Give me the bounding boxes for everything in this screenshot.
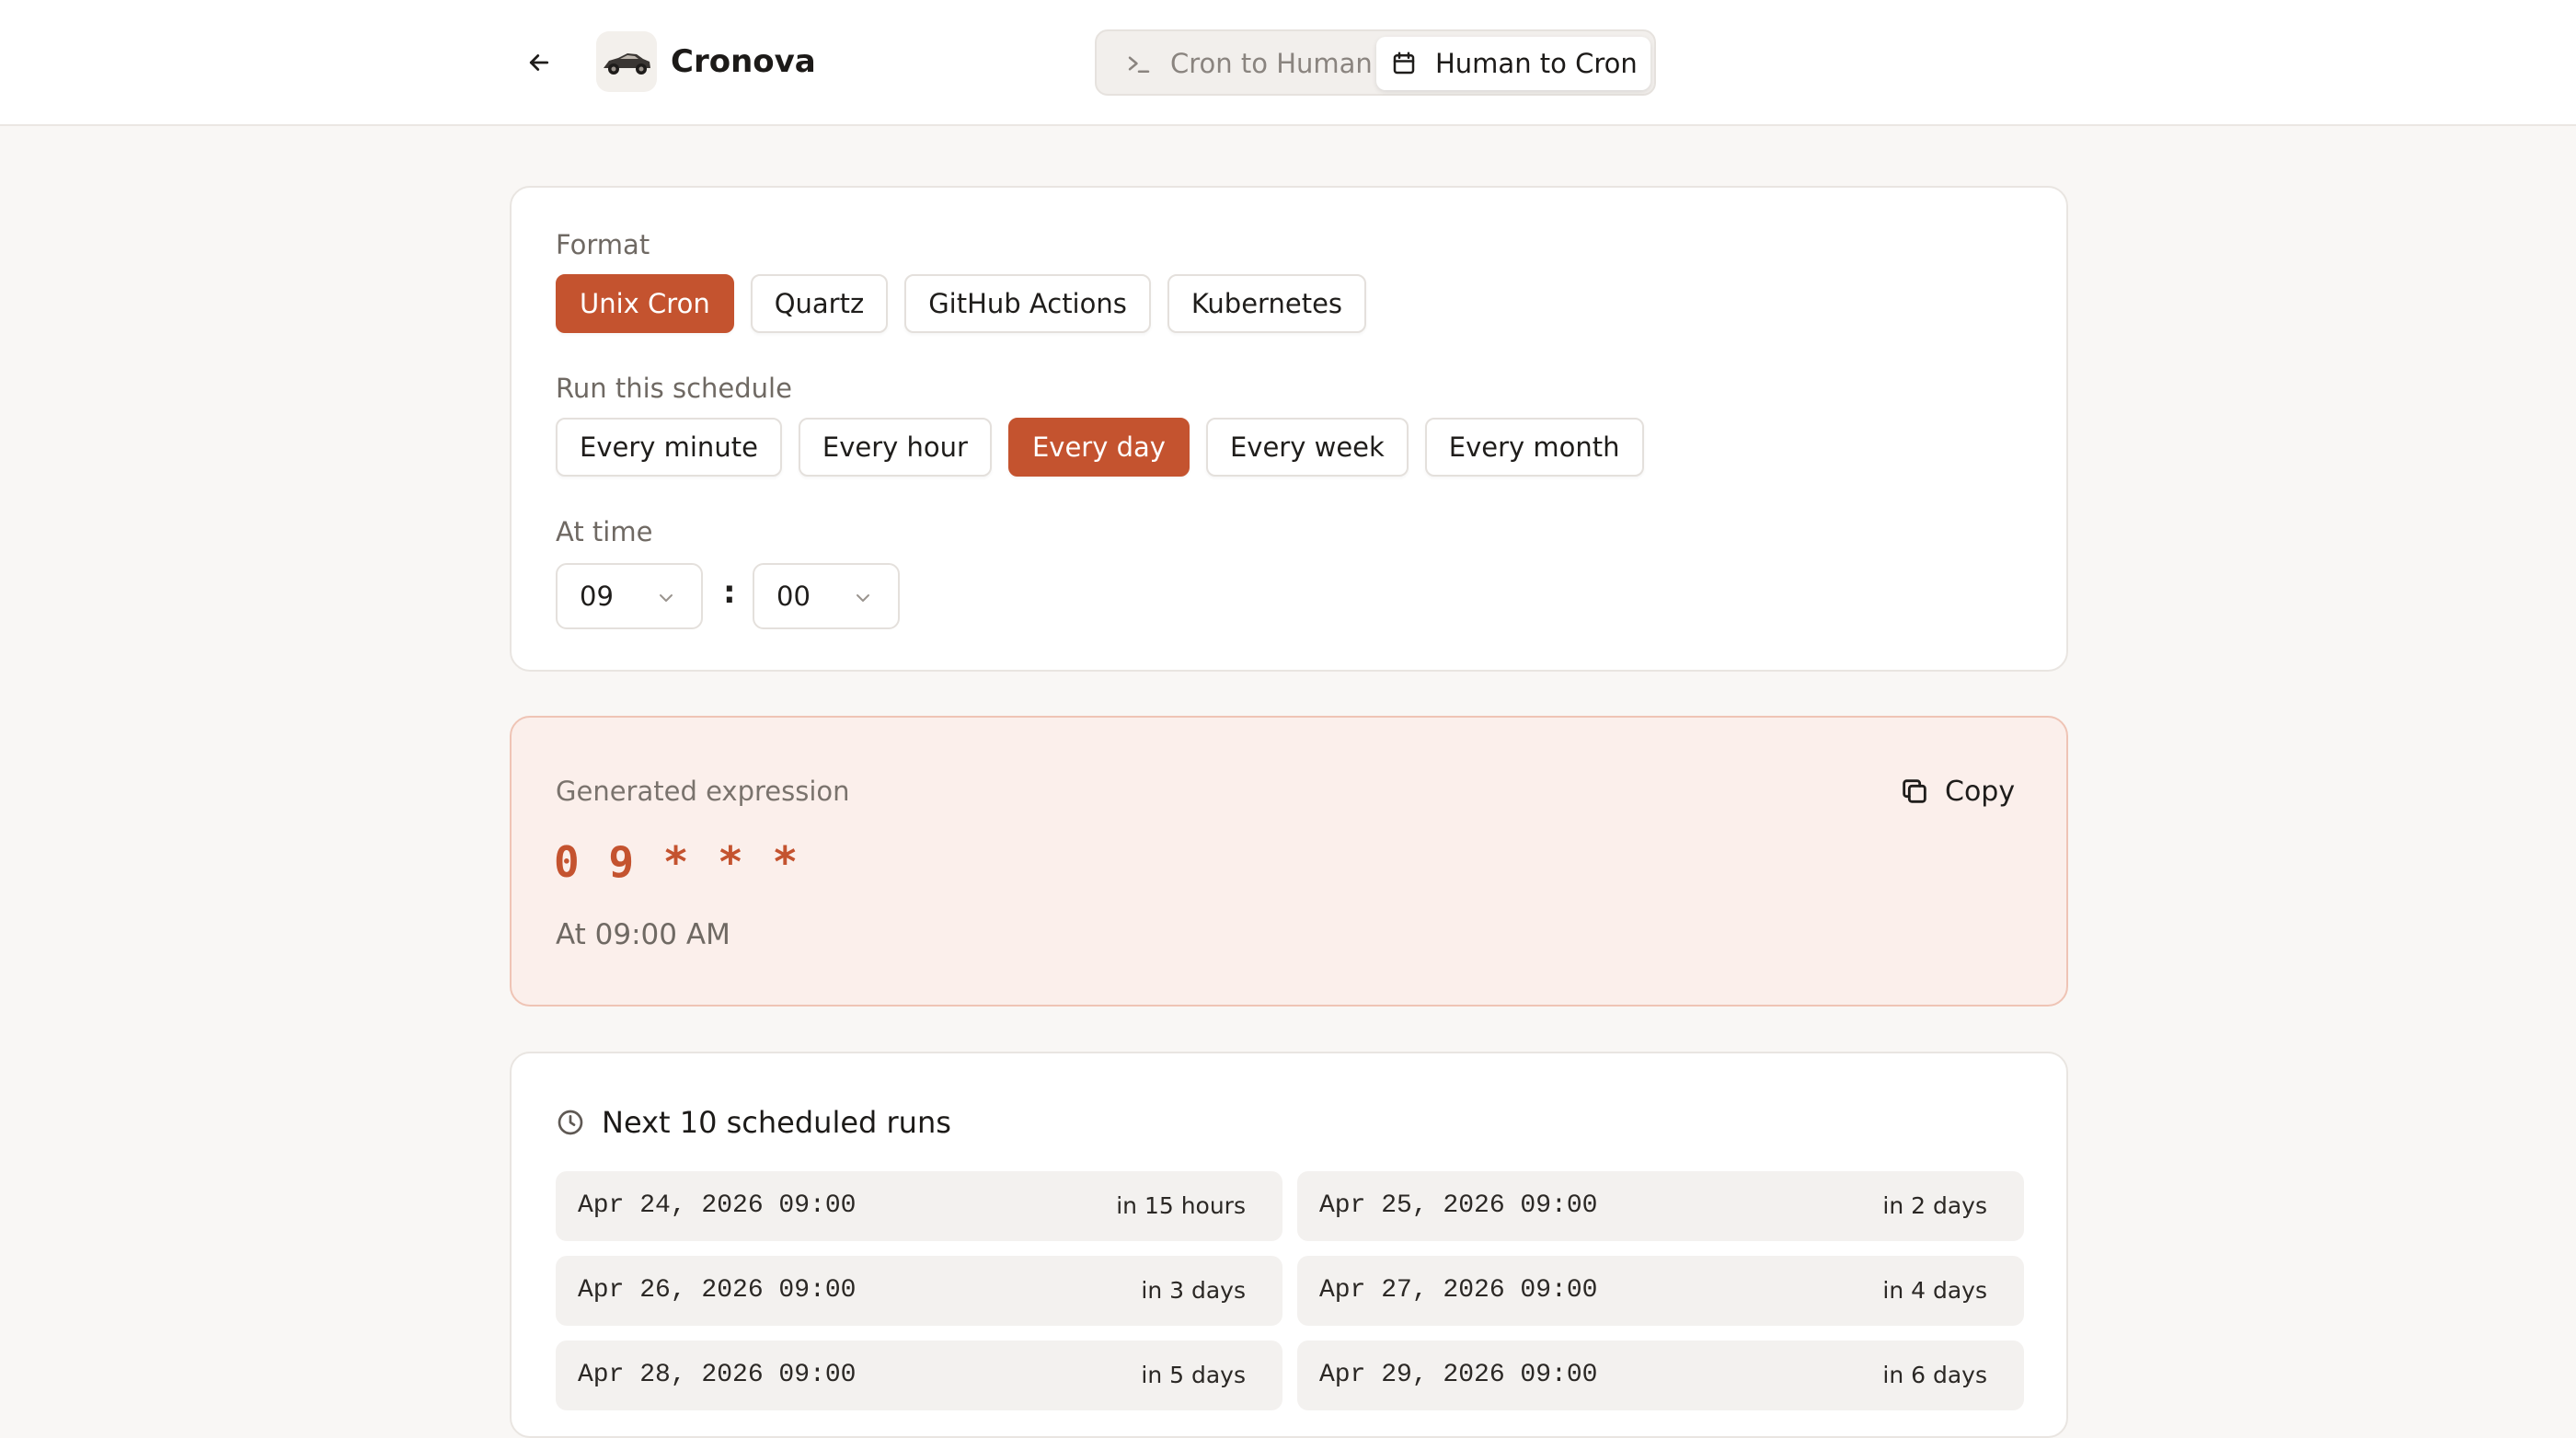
format-option-github-actions[interactable]: GitHub Actions (904, 274, 1151, 333)
terminal-icon (1121, 45, 1157, 82)
run-relative: in 15 hours (1116, 1192, 1246, 1219)
schedule-option-every-week[interactable]: Every week (1205, 418, 1409, 477)
minute-select[interactable]: 00 (753, 563, 900, 629)
format-options: Unix Cron Quartz GitHub Actions Kubernet… (556, 274, 1383, 333)
run-item: Apr 24, 2026 09:00 in 15 hours (556, 1171, 1282, 1241)
schedule-option-every-day[interactable]: Every day (1007, 418, 1190, 477)
calendar-icon (1386, 45, 1422, 82)
hour-select[interactable]: 09 (556, 563, 703, 629)
run-item: Apr 27, 2026 09:00 in 4 days (1297, 1256, 2024, 1326)
app-header: Cronova Cron to Human Human to Cron (0, 0, 2576, 126)
runs-title: Next 10 scheduled runs (602, 1105, 951, 1140)
run-date: Apr 28, 2026 09:00 (578, 1361, 857, 1389)
tab-cron-to-human[interactable]: Cron to Human (1111, 37, 1387, 90)
run-item: Apr 28, 2026 09:00 in 5 days (556, 1340, 1282, 1410)
run-relative: in 4 days (1882, 1277, 1987, 1304)
run-date: Apr 24, 2026 09:00 (578, 1191, 857, 1220)
time-separator: : (723, 574, 736, 611)
expression-label: Generated expression (556, 776, 850, 807)
runs-heading: Next 10 scheduled runs (556, 1099, 951, 1145)
run-relative: in 5 days (1141, 1362, 1246, 1388)
run-item: Apr 26, 2026 09:00 in 3 days (556, 1256, 1282, 1326)
generated-expression-card: Generated expression Copy 0 9 * * * At 0… (510, 716, 2068, 1007)
cron-expression: 0 9 * * * (554, 837, 800, 887)
run-date: Apr 27, 2026 09:00 (1319, 1276, 1598, 1305)
expression-description: At 09:00 AM (556, 918, 730, 951)
copy-button[interactable]: Copy (1888, 765, 2026, 817)
app-title: Cronova (671, 43, 816, 80)
back-button[interactable] (519, 42, 559, 83)
scheduled-runs-card: Next 10 scheduled runs Apr 24, 2026 09:0… (510, 1052, 2068, 1438)
app-logo (596, 31, 657, 92)
time-label: At time (556, 516, 653, 547)
run-date: Apr 29, 2026 09:00 (1319, 1361, 1598, 1389)
run-date: Apr 26, 2026 09:00 (578, 1276, 857, 1305)
run-relative: in 2 days (1882, 1192, 1987, 1219)
schedule-settings-card: Format Unix Cron Quartz GitHub Actions K… (510, 186, 2068, 672)
minute-value: 00 (776, 581, 811, 612)
tab-label: Human to Cron (1435, 48, 1638, 79)
car-logo-icon (604, 53, 650, 75)
run-item: Apr 25, 2026 09:00 in 2 days (1297, 1171, 2024, 1241)
tab-label: Cron to Human (1170, 48, 1373, 79)
run-relative: in 6 days (1882, 1362, 1987, 1388)
tab-human-to-cron[interactable]: Human to Cron (1376, 37, 1650, 90)
clock-icon (556, 1107, 587, 1138)
schedule-option-every-month[interactable]: Every month (1424, 418, 1644, 477)
schedule-label: Run this schedule (556, 373, 792, 404)
chevron-down-icon (660, 594, 673, 602)
schedule-option-every-hour[interactable]: Every hour (798, 418, 992, 477)
run-date: Apr 25, 2026 09:00 (1319, 1191, 1598, 1220)
run-relative: in 3 days (1141, 1277, 1246, 1304)
hour-value: 09 (580, 581, 614, 612)
format-option-unix-cron[interactable]: Unix Cron (556, 274, 734, 333)
chevron-down-icon (857, 594, 869, 602)
run-item: Apr 29, 2026 09:00 in 6 days (1297, 1340, 2024, 1410)
arrow-left-icon (529, 54, 549, 71)
format-option-quartz[interactable]: Quartz (750, 274, 889, 333)
copy-icon (1899, 775, 1932, 808)
format-label: Format (556, 229, 650, 260)
schedule-options: Every minute Every hour Every day Every … (556, 418, 1661, 477)
copy-label: Copy (1945, 775, 2016, 808)
format-option-kubernetes[interactable]: Kubernetes (1167, 274, 1367, 333)
schedule-option-every-minute[interactable]: Every minute (556, 418, 782, 477)
mode-switch: Cron to Human Human to Cron (1095, 29, 1656, 96)
